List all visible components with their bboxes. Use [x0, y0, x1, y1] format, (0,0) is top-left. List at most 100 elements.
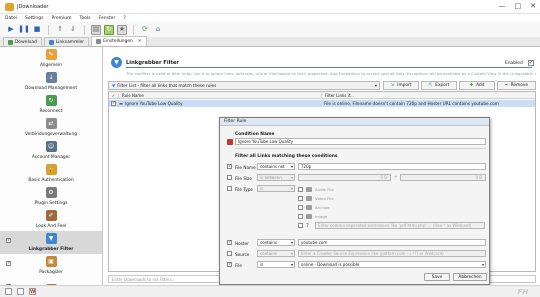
sidebar-item[interactable]: ✐ Look And Feel: [0, 208, 102, 231]
sidebar-item[interactable]: ✓▤: [0, 277, 102, 285]
premium-toggle-button[interactable]: ★: [117, 24, 127, 35]
export-button[interactable]: ⇱ Export: [421, 81, 457, 90]
sidebar-item-checkbox[interactable]: ✓: [6, 261, 11, 266]
table-header: ✓ Rule Name Filter Links if...: [109, 92, 535, 99]
remove-button[interactable]: ━ Remove: [497, 81, 536, 90]
custom-extension-input[interactable]: Enter comma seperated extensions like 'p…: [315, 222, 485, 229]
move-top-button[interactable]: ⇑: [55, 25, 65, 35]
status-icon[interactable]: [5, 288, 12, 295]
menu-bar: Datei Settings Premium Tools Fenster ?: [0, 14, 540, 22]
file-size-max-input[interactable]: 0 B: [400, 174, 486, 181]
section-divider: [235, 148, 486, 149]
network-button[interactable]: ⌂: [153, 25, 163, 35]
stop-button[interactable]: ■: [32, 25, 42, 35]
audio-icon: [306, 187, 312, 192]
file-type-checkbox[interactable]: [227, 186, 232, 191]
move-bottom-button[interactable]: ⇓: [68, 25, 78, 35]
row-checkbox[interactable]: ✓: [111, 101, 116, 106]
file-name-operator-select[interactable]: contains not ▾: [257, 163, 295, 170]
file-status-checkbox[interactable]: ✓: [227, 262, 232, 267]
source-value-input[interactable]: Enter a Crawler Source Expression like (…: [298, 250, 486, 257]
file-type-operator-select[interactable]: is ▾: [257, 185, 295, 192]
sidebar-item[interactable]: ⚙ Plugin Settings: [0, 185, 102, 208]
chevron-down-icon: ▾: [481, 262, 484, 267]
tab-download[interactable]: Download: [3, 37, 42, 46]
custom-extension-checkbox[interactable]: [298, 223, 303, 228]
sidebar-item[interactable]: ✓ ▼ Linkgrabber Filter: [0, 231, 102, 254]
menu-help[interactable]: ?: [123, 16, 125, 21]
condition-name-input[interactable]: Ignore YouTube Low Quality: [235, 138, 486, 145]
file-status-value-select[interactable]: online - Download is possible ▾: [298, 261, 486, 268]
menu-fenster[interactable]: Fenster: [99, 16, 116, 21]
minimize-button[interactable]: —: [499, 3, 506, 10]
chevron-down-icon: ▾: [290, 175, 293, 180]
hoster-operator-select[interactable]: contains ▾: [257, 239, 295, 246]
sidebar-item[interactable]: ✎ Allgemein: [0, 47, 102, 70]
filter-rule-dialog: Filter Rule Condition Name Ignore YouTub…: [219, 117, 490, 285]
source-checkbox[interactable]: [227, 251, 232, 256]
row-rule-name: Ignore YouTube Low Quality: [125, 101, 183, 106]
pause-button[interactable]: ❚❚: [18, 25, 30, 35]
watermark-logo: FH: [517, 288, 529, 296]
sidebar-item[interactable]: ⇄ Verbindungsverwaltung: [0, 116, 102, 139]
toolbar-separator: [48, 24, 49, 35]
hoster-label: Hoster: [235, 241, 249, 246]
filter-list-dropdown[interactable]: ▼ Filter List - filter all links that ma…: [108, 81, 380, 90]
menu-datei[interactable]: Datei: [5, 16, 17, 21]
video-checkbox[interactable]: [298, 196, 303, 201]
tab-label: Einstellungen: [103, 39, 133, 44]
enabled-checkbox[interactable]: ✓: [528, 60, 534, 66]
condition-name-heading: Condition Name: [235, 132, 275, 137]
tab-einstellungen[interactable]: Einstellungen ✕: [91, 36, 147, 46]
update-button[interactable]: ⟳: [140, 25, 150, 35]
source-operator-select[interactable]: contains ▾: [257, 250, 295, 257]
archive-checkbox[interactable]: [298, 205, 303, 210]
sidebar-item[interactable]: 🔒 Basic Authentication: [0, 162, 102, 185]
sidebar-item[interactable]: ↓ Download Management: [0, 70, 102, 93]
image-checkbox[interactable]: [298, 214, 303, 219]
audio-checkbox[interactable]: [298, 187, 303, 192]
cancel-button[interactable]: Abbrechen: [453, 273, 487, 281]
file-size-min-value: 0 B: [380, 175, 387, 180]
import-button[interactable]: ⇲ Import: [383, 81, 419, 90]
enabled-label: Enabled: [505, 61, 523, 66]
column-rule-name[interactable]: Rule Name: [118, 92, 321, 98]
chevron-down-icon: ▾: [290, 240, 293, 245]
hoster-value-input[interactable]: youtube.com: [298, 239, 486, 246]
add-button[interactable]: ✚ Add: [459, 81, 495, 90]
save-button[interactable]: Save: [424, 273, 450, 281]
remove-icon: ━: [504, 83, 508, 88]
status-icon[interactable]: W: [29, 288, 36, 295]
menu-settings[interactable]: Settings: [25, 16, 43, 21]
column-filter-links[interactable]: Filter Links if...: [321, 92, 354, 98]
reconnect-toggle-button[interactable]: ↻: [104, 24, 114, 35]
file-name-label: File Name: [235, 165, 256, 170]
sidebar-item-label: Account Manager: [31, 155, 71, 160]
clipboard-button[interactable]: ▤: [91, 24, 101, 35]
hoster-checkbox[interactable]: ✓: [227, 240, 232, 245]
tab-linksammler[interactable]: Linksammler: [43, 37, 90, 46]
file-size-operator-value: is between: [260, 175, 282, 180]
maximize-button[interactable]: □: [515, 3, 522, 10]
sidebar-item[interactable]: ↻ Reconnect: [0, 93, 102, 116]
table-row[interactable]: ✓ ▬ Ignore YouTube Low Quality File is o…: [109, 100, 535, 107]
file-name-checkbox[interactable]: ✓: [227, 164, 232, 169]
file-size-checkbox[interactable]: [227, 175, 232, 180]
menu-premium[interactable]: Premium: [51, 16, 71, 21]
file-name-value-input[interactable]: 720p: [298, 163, 486, 170]
image-label: Image: [315, 214, 328, 219]
status-icon[interactable]: [17, 288, 24, 295]
sidebar-item-checkbox[interactable]: ✓: [6, 238, 11, 243]
filter-description: The linkfilter is used to filter links. …: [126, 71, 536, 76]
sidebar-item[interactable]: ✓ ▣ Packagizer: [0, 254, 102, 277]
file-size-min-input[interactable]: 0 B: [298, 174, 391, 181]
sidebar-item[interactable]: ☺ Account Manager: [0, 139, 102, 162]
file-status-operator-select[interactable]: is ▾: [257, 261, 295, 268]
tab-close-icon[interactable]: ✕: [138, 39, 142, 44]
file-size-operator-select[interactable]: is between ▾: [257, 174, 295, 181]
menu-tools[interactable]: Tools: [80, 16, 91, 21]
match-conditions-heading: Filter all Links matching these conditio…: [235, 154, 338, 159]
sidebar-item-label: Allgemein: [40, 63, 62, 68]
play-button[interactable]: ▶: [6, 25, 16, 35]
close-window-button[interactable]: ✕: [530, 3, 536, 10]
